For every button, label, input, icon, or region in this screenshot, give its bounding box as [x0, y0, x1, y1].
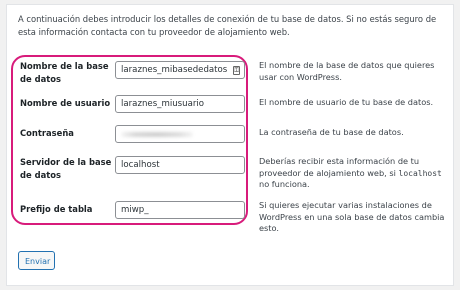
password-label: Contraseña [20, 128, 74, 138]
dbhost-description-code: localhost [398, 168, 442, 178]
prefix-input-value: miwp_ [121, 205, 149, 215]
dbhost-description: Deberías recibir esta información de tu … [259, 156, 449, 191]
dbname-label: Nombre de la base de datos [20, 61, 109, 84]
dbname-input-value: laraznes_mibasededatos [121, 65, 228, 75]
prefix-description: Si quieres ejecutar varias instalaciones… [259, 200, 445, 233]
username-input[interactable]: laraznes_miusuario [115, 95, 245, 113]
prefix-input[interactable]: miwp_ [115, 201, 245, 219]
password-blur-mask [121, 132, 193, 137]
dbhost-description-after: no funciona. [259, 179, 310, 189]
dbhost-description-before: Deberías recibir esta información de tu … [259, 156, 420, 178]
dbhost-input-value: localhost [121, 160, 160, 170]
dbhost-input[interactable]: localhost [115, 156, 245, 174]
dbname-description: El nombre de la base de datos que quiere… [259, 60, 435, 82]
key-icon: ⚿ [233, 66, 240, 75]
password-description: La contraseña de tu base de datos. [259, 127, 404, 137]
username-input-value: laraznes_miusuario [121, 99, 205, 109]
submit-button[interactable]: Enviar [18, 251, 55, 270]
username-description: El nombre de usuario de tu base de datos… [259, 97, 434, 107]
dbname-input[interactable]: laraznes_mibasededatos ⚿ [115, 61, 245, 79]
dbhost-label: Servidor de la base de datos [20, 157, 112, 180]
intro-text: A continuación debes introducir los deta… [18, 14, 437, 37]
username-label: Nombre de usuario [20, 98, 111, 108]
prefix-label: Prefijo de tabla [20, 204, 93, 214]
password-input[interactable] [115, 125, 245, 143]
